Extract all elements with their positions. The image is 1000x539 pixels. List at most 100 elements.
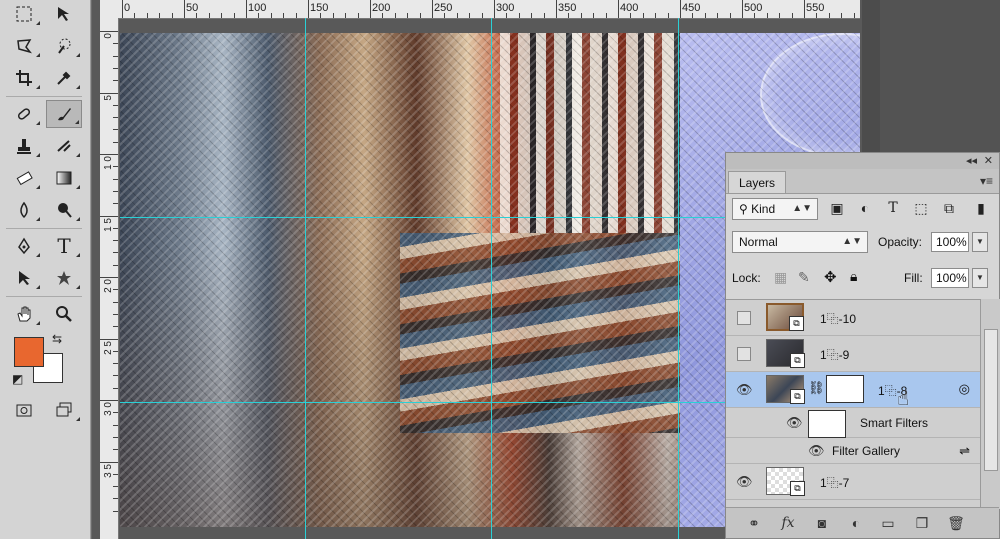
filter-toggle-icon[interactable]: ▮ — [970, 197, 992, 219]
blend-mode-select[interactable]: Normal ▲▼ — [732, 231, 868, 253]
adjustment-layer-icon[interactable]: ◐ — [846, 513, 866, 533]
smart-filters-row[interactable]: 👁︎ Smart Filters — [726, 408, 980, 438]
lock-position-icon[interactable]: ✥ — [824, 268, 837, 286]
ruler-label: 250 — [434, 2, 453, 14]
layer-row[interactable]: ⧉ 1⿻-10 — [726, 300, 980, 336]
collapse-panel-icon[interactable]: ◂◂ — [966, 154, 977, 167]
layer-name[interactable]: 1⿻-10 — [820, 310, 856, 327]
ruler-tick — [100, 92, 118, 94]
eye-icon[interactable]: 👁︎ — [736, 474, 753, 489]
move-tool-icon[interactable] — [46, 0, 82, 28]
guide-vertical[interactable] — [678, 18, 679, 539]
layer-name[interactable]: 1⿻-7 — [820, 474, 849, 491]
guide-vertical[interactable] — [491, 18, 492, 539]
ruler-tick — [729, 13, 731, 18]
chain-link-icon[interactable]: ⛓︎ — [808, 380, 825, 396]
layer-mask-thumbnail[interactable] — [826, 375, 864, 403]
ruler-tick — [655, 13, 657, 18]
type-tool-icon[interactable]: T — [46, 232, 82, 260]
horizontal-ruler[interactable]: 0 50 100 150 200 250 300 350 400 450 500 550 — [120, 0, 860, 19]
layer-row[interactable]: ⧉ 1⿻-9 — [726, 336, 980, 372]
layer-style-fx-icon[interactable]: fx — [778, 513, 798, 533]
ruler-corner[interactable] — [100, 0, 121, 19]
ruler-tick — [804, 0, 805, 18]
filter-gallery-label[interactable]: Filter Gallery — [832, 444, 900, 458]
eye-icon[interactable]: 👁︎ — [736, 382, 753, 397]
quick-selection-tool-icon[interactable] — [46, 32, 82, 60]
ruler-tick — [258, 13, 260, 18]
gradient-tool-icon[interactable] — [46, 164, 82, 192]
hand-cursor-icon: ☝︎ — [897, 388, 910, 410]
crop-tool-icon[interactable] — [6, 64, 42, 92]
ruler-tick — [100, 154, 118, 155]
layer-thumbnail[interactable]: ⧉ — [766, 467, 805, 496]
close-panel-icon[interactable]: ✕ — [984, 154, 993, 167]
smart-filter-indicator-icon[interactable]: ◎ — [959, 381, 970, 397]
layer-thumbnail[interactable]: ⧉ — [766, 303, 804, 331]
lasso-tool-icon[interactable] — [6, 32, 42, 60]
fill-field[interactable]: 100% — [931, 268, 969, 288]
healing-brush-tool-icon[interactable] — [6, 100, 42, 128]
eyedropper-tool-icon[interactable] — [46, 64, 82, 92]
smart-object-filter-icon[interactable]: ⧉ — [938, 197, 960, 219]
add-mask-icon[interactable]: ◙ — [812, 513, 832, 533]
swap-colors-icon[interactable]: ⇆ — [52, 332, 62, 346]
quick-mask-icon[interactable] — [6, 396, 42, 424]
ruler-label: 400 — [620, 2, 639, 14]
panel-menu-icon[interactable]: ▾≡ — [980, 174, 993, 188]
custom-shape-tool-icon[interactable] — [46, 264, 82, 292]
filter-gallery-row[interactable]: 👁︎ Filter Gallery ⇌ — [726, 438, 980, 464]
new-group-icon[interactable]: ▭ — [878, 513, 898, 533]
ruler-tick — [506, 13, 508, 18]
dodge-tool-icon[interactable] — [46, 196, 82, 224]
link-layers-icon[interactable]: ⚭ — [744, 513, 764, 533]
adjustment-filter-icon[interactable]: ◐ — [854, 197, 876, 219]
opacity-dropdown-icon[interactable]: ▼ — [972, 232, 988, 252]
layer-row-selected[interactable]: 👁︎ ⧉ ⛓︎ 1⿻-8 ◎ — [726, 372, 980, 408]
screen-mode-icon[interactable] — [46, 396, 82, 424]
default-colors-icon[interactable]: ◩ — [12, 372, 23, 386]
brush-tool-icon[interactable] — [46, 100, 82, 128]
eye-icon[interactable]: 👁︎ — [808, 443, 825, 458]
history-brush-tool-icon[interactable] — [46, 132, 82, 160]
rectangular-marquee-tool-icon[interactable] — [6, 0, 42, 28]
filter-kind-select[interactable]: ⚲ Kind ▲▼ — [732, 198, 818, 220]
filter-blending-options-icon[interactable]: ⇌ — [959, 443, 970, 459]
layer-filter-row: ⚲ Kind ▲▼ ▣ ◐ T ⬚ ⧉ ▮ — [726, 197, 999, 221]
fill-dropdown-icon[interactable]: ▼ — [972, 268, 988, 288]
foreground-color-swatch[interactable] — [14, 337, 44, 367]
new-layer-icon[interactable]: ❐ — [912, 513, 932, 533]
eye-icon[interactable]: 👁︎ — [786, 415, 803, 430]
lock-pixels-icon[interactable]: ✎ — [798, 269, 810, 286]
visibility-toggle-off[interactable] — [737, 347, 751, 361]
ruler-tick — [113, 498, 118, 500]
smart-filter-mask-thumbnail[interactable] — [808, 410, 846, 438]
ruler-tick — [113, 67, 118, 69]
scrollbar-thumb[interactable] — [984, 329, 998, 471]
eraser-tool-icon[interactable] — [6, 164, 42, 192]
pixel-filter-icon[interactable]: ▣ — [826, 197, 848, 219]
pen-tool-icon[interactable] — [6, 232, 42, 260]
vertical-ruler[interactable]: 0 5 1 0 1 5 2 0 2 5 3 0 3 5 — [100, 18, 119, 539]
ruler-tick — [184, 0, 185, 18]
ruler-tick — [134, 13, 136, 18]
layer-name[interactable]: 1⿻-9 — [820, 346, 849, 363]
path-selection-tool-icon[interactable] — [6, 264, 42, 292]
hand-tool-icon[interactable] — [6, 300, 42, 328]
guide-vertical[interactable] — [305, 18, 306, 539]
tab-layers[interactable]: Layers — [728, 171, 787, 193]
visibility-toggle-off[interactable] — [737, 311, 751, 325]
blur-tool-icon[interactable] — [6, 196, 42, 224]
layer-thumbnail[interactable]: ⧉ — [766, 339, 805, 368]
lock-transparent-icon[interactable]: ▦ — [774, 269, 787, 286]
layer-row[interactable]: 👁︎ ⧉ 1⿻-7 — [726, 464, 980, 500]
shape-filter-icon[interactable]: ⬚ — [910, 197, 932, 219]
lock-all-icon[interactable]: 🔒︎ — [850, 268, 857, 285]
opacity-field[interactable]: 100% — [931, 232, 969, 252]
layer-thumbnail[interactable]: ⧉ — [766, 375, 805, 404]
type-filter-icon[interactable]: T — [882, 197, 904, 219]
delete-layer-icon[interactable]: 🗑︎ — [946, 513, 966, 533]
layers-scrollbar[interactable] — [980, 299, 1000, 509]
clone-stamp-tool-icon[interactable] — [6, 132, 42, 160]
zoom-tool-icon[interactable] — [46, 300, 82, 328]
